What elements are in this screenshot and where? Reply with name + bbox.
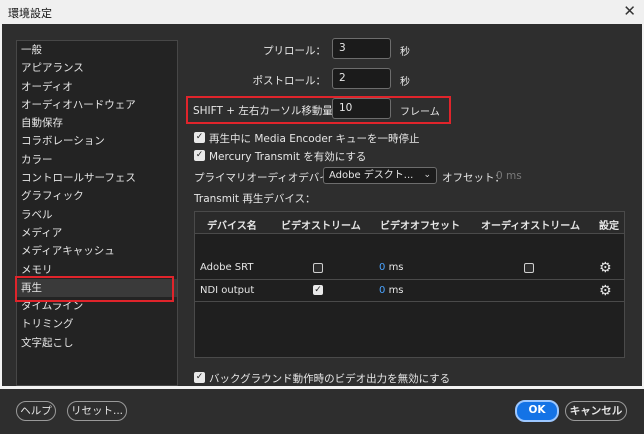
sidebar-item-control-surface[interactable]: コントロールサーフェス <box>17 169 177 187</box>
shift-unit: フレーム <box>400 107 440 118</box>
col-video-offset: ビデオオフセット <box>380 221 460 232</box>
video-stream-checkbox[interactable]: ✓ <box>313 285 323 295</box>
sidebar-item-general[interactable]: 一般 <box>17 41 177 59</box>
help-button[interactable]: ヘルプ <box>16 401 56 421</box>
sidebar-item-memory[interactable]: メモリ <box>17 261 177 279</box>
sidebar-item-transcription[interactable]: 文字起こし <box>17 334 177 352</box>
table-row: NDI output ✓ 0 ms ⚙ <box>195 280 624 302</box>
reset-button[interactable]: リセット... <box>67 401 127 421</box>
col-device-name: デバイス名 <box>207 221 257 232</box>
sidebar-item-timeline[interactable]: タイムライン <box>17 297 177 315</box>
ok-button[interactable]: OK <box>515 400 559 422</box>
transmit-devices-table: デバイス名 ビデオストリーム ビデオオフセット オーディオストリーム 設定 Ad… <box>194 211 625 358</box>
primary-audio-value: Adobe デスクト... <box>329 170 414 181</box>
video-offset-number: 0 <box>379 285 386 296</box>
transmit-devices-label: Transmit 再生デバイス： <box>194 193 316 205</box>
preroll-input[interactable]: 3 <box>332 38 391 59</box>
sidebar-item-playback[interactable]: 再生 <box>17 278 177 298</box>
title-bar: 環境設定 ✕ <box>0 0 644 24</box>
dialog-footer: ヘルプ リセット... OK キャンセル <box>0 386 644 434</box>
cancel-button[interactable]: キャンセル <box>565 401 627 421</box>
video-stream-checkbox[interactable] <box>313 263 323 273</box>
mercury-transmit-checkbox[interactable]: ✓ <box>194 150 205 161</box>
preroll-label: プリロール： <box>263 45 326 57</box>
shift-label: SHIFT + 左右カーソル移動量： <box>193 105 344 117</box>
col-audio-stream: オーディオストリーム <box>481 221 580 232</box>
sidebar-item-audio[interactable]: オーディオ <box>17 78 177 96</box>
video-offset-number: 0 <box>379 262 386 273</box>
mercury-transmit-label: Mercury Transmit を有効にする <box>209 151 367 163</box>
gear-icon[interactable]: ⚙ <box>599 260 612 276</box>
media-encoder-checkbox[interactable]: ✓ <box>194 132 205 143</box>
sidebar-item-collaboration[interactable]: コラボレーション <box>17 132 177 150</box>
sidebar-item-trimming[interactable]: トリミング <box>17 315 177 333</box>
device-name: Adobe SRT <box>200 262 254 273</box>
preferences-dialog: 一般 アピアランス オーディオ オーディオハードウェア 自動保存 コラボレーショ… <box>2 24 642 386</box>
close-icon[interactable]: ✕ <box>623 2 636 20</box>
table-header: デバイス名 ビデオストリーム ビデオオフセット オーディオストリーム 設定 <box>195 212 624 234</box>
col-settings: 設定 <box>599 221 619 232</box>
sidebar-item-media[interactable]: メディア <box>17 224 177 242</box>
audio-stream-checkbox[interactable] <box>524 263 534 273</box>
chevron-down-icon: ⌄ <box>423 170 431 180</box>
primary-audio-select[interactable]: Adobe デスクト... ⌄ <box>323 167 437 184</box>
background-disable-label: バックグラウンド動作時のビデオ出力を無効にする <box>209 373 451 385</box>
sidebar: 一般 アピアランス オーディオ オーディオハードウェア 自動保存 コラボレーショ… <box>16 40 178 386</box>
offset-value: 0 ms <box>496 170 522 182</box>
col-video-stream: ビデオストリーム <box>281 221 361 232</box>
sidebar-item-audio-hardware[interactable]: オーディオハードウェア <box>17 96 177 114</box>
sidebar-item-media-cache[interactable]: メディアキャッシュ <box>17 242 177 260</box>
preroll-unit: 秒 <box>400 47 410 58</box>
shift-amount-input[interactable]: 10 <box>332 98 391 119</box>
table-row: Adobe SRT 0 ms ⚙ <box>195 257 624 280</box>
video-offset-unit: ms <box>388 262 404 273</box>
device-name: NDI output <box>200 285 255 296</box>
sidebar-item-graphics[interactable]: グラフィック <box>17 187 177 205</box>
gear-icon[interactable]: ⚙ <box>599 283 612 299</box>
video-offset-unit: ms <box>388 285 404 296</box>
video-offset-value[interactable]: 0 ms <box>379 285 404 296</box>
postroll-unit: 秒 <box>400 77 410 88</box>
window-title: 環境設定 <box>8 7 52 20</box>
media-encoder-label: 再生中に Media Encoder キューを一時停止 <box>209 133 420 145</box>
postroll-label: ポストロール： <box>252 75 327 87</box>
sidebar-item-labels[interactable]: ラベル <box>17 206 177 224</box>
sidebar-item-autosave[interactable]: 自動保存 <box>17 114 177 132</box>
sidebar-item-color[interactable]: カラー <box>17 151 177 169</box>
sidebar-item-appearance[interactable]: アピアランス <box>17 59 177 77</box>
postroll-input[interactable]: 2 <box>332 68 391 89</box>
video-offset-value[interactable]: 0 ms <box>379 262 404 273</box>
background-disable-checkbox[interactable]: ✓ <box>194 372 205 383</box>
